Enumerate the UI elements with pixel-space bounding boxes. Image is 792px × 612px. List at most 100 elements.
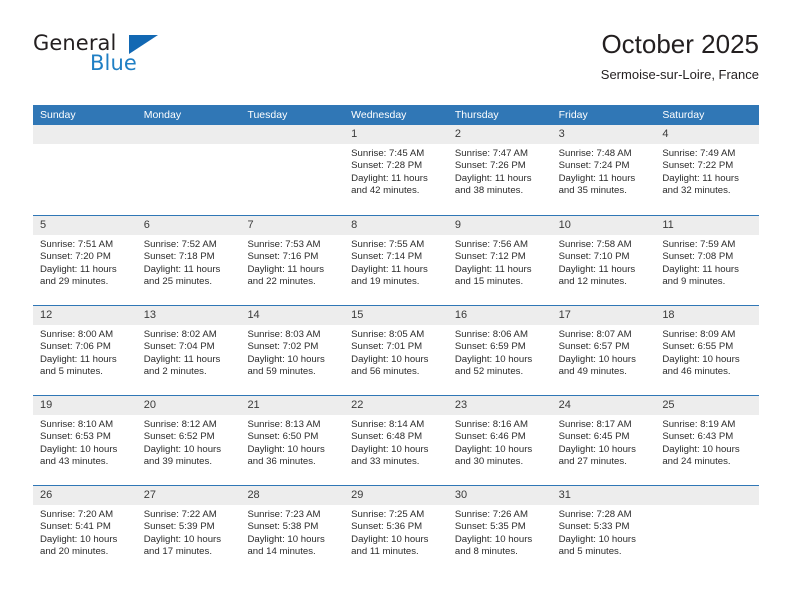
- daylight-text-line2: and 49 minutes.: [558, 366, 627, 378]
- calendar-day-cell[interactable]: 5 Sunrise: 7:51 AM Sunset: 7:20 PM Daylight…: [33, 216, 137, 305]
- daylight-text-line1: Daylight: 10 hours: [558, 353, 636, 365]
- sunset-text: Sunset: 7:01 PM: [351, 341, 423, 353]
- day-number: 16: [454, 309, 468, 321]
- calendar-day-cell[interactable]: 30 Sunrise: 7:26 AM Sunset: 5:35 PM Dayligh…: [447, 486, 552, 575]
- daylight-text-line2: and 46 minutes.: [662, 366, 731, 378]
- sunrise-text: Sunrise: 7:56 AM: [454, 239, 528, 250]
- page-header: General Blue October 2025 Sermoise-sur-L…: [33, 28, 759, 98]
- logo-text-blue: Blue: [90, 51, 137, 75]
- sun-info: Sunrise: 7:49 AM Sunset: 7:22 PM Daylight:…: [655, 144, 759, 198]
- day-number: 12: [40, 309, 53, 321]
- sun-info: Sunrise: 8:10 AM Sunset: 6:53 PM Daylight:…: [33, 415, 137, 469]
- sun-info: Sunrise: 7:59 AM Sunset: 7:08 PM Daylight:…: [655, 235, 759, 289]
- day-number-band: 18: [655, 306, 760, 325]
- calendar-day-cell[interactable]: 12 Sunrise: 8:00 AM Sunset: 7:06 PM Dayligh…: [33, 306, 137, 395]
- sunrise-text: Sunrise: 7:45 AM: [351, 148, 425, 159]
- daylight-text-line1: Daylight: 10 hours: [558, 443, 636, 455]
- day-number-band: 31: [551, 486, 656, 505]
- calendar-day-cell[interactable]: 28 Sunrise: 7:23 AM Sunset: 5:38 PM Dayligh…: [240, 486, 345, 575]
- sunrise-text: Sunrise: 7:59 AM: [662, 239, 736, 250]
- sunrise-text: Sunrise: 7:53 AM: [247, 239, 321, 250]
- calendar-day-cell[interactable]: 25 Sunrise: 8:19 AM Sunset: 6:43 PM Dayligh…: [655, 396, 760, 485]
- day-number-band: 28: [240, 486, 345, 505]
- sun-info: Sunrise: 7:56 AM Sunset: 7:12 PM Daylight:…: [448, 235, 552, 289]
- calendar-day-cell[interactable]: 17 Sunrise: 8:07 AM Sunset: 6:57 PM Dayligh…: [551, 306, 656, 395]
- day-number-band: [33, 125, 137, 144]
- daylight-text-line1: Daylight: 10 hours: [662, 353, 740, 365]
- daylight-text-line2: and 42 minutes.: [351, 185, 420, 197]
- weekday-header-wednesday: Wednesday: [351, 109, 407, 121]
- sunset-text: Sunset: 7:22 PM: [662, 160, 734, 172]
- day-number-band: 27: [136, 486, 241, 505]
- weekday-header-thursday: Thursday: [454, 109, 499, 121]
- calendar-week-row: 26 Sunrise: 7:20 AM Sunset: 5:41 PM Dayligh…: [33, 485, 760, 575]
- calendar-day-cell[interactable]: 6 Sunrise: 7:52 AM Sunset: 7:18 PM Daylight…: [136, 216, 241, 305]
- day-number-band: 24: [551, 396, 656, 415]
- sunrise-text: Sunrise: 8:10 AM: [40, 419, 114, 430]
- calendar-day-cell[interactable]: 31 Sunrise: 7:28 AM Sunset: 5:33 PM Dayligh…: [551, 486, 656, 575]
- calendar-day-cell[interactable]: 23 Sunrise: 8:16 AM Sunset: 6:46 PM Dayligh…: [447, 396, 552, 485]
- calendar-day-cell[interactable]: 3 Sunrise: 7:48 AM Sunset: 7:24 PM Daylight…: [551, 125, 656, 215]
- calendar-day-cell[interactable]: 1 Sunrise: 7:45 AM Sunset: 7:28 PM Daylight…: [344, 125, 448, 215]
- day-number: 14: [247, 309, 260, 321]
- weekday-header-friday: Friday: [558, 109, 588, 121]
- sun-info: Sunrise: 8:14 AM Sunset: 6:48 PM Daylight:…: [344, 415, 448, 469]
- daylight-text-line1: Daylight: 11 hours: [662, 263, 739, 275]
- day-number-band: [136, 125, 241, 144]
- daylight-text-line1: Daylight: 11 hours: [351, 263, 428, 275]
- day-number-band: 21: [240, 396, 345, 415]
- sunset-text: Sunset: 6:59 PM: [454, 341, 526, 353]
- calendar-day-cell[interactable]: 11 Sunrise: 7:59 AM Sunset: 7:08 PM Dayligh…: [655, 216, 760, 305]
- calendar-day-cell[interactable]: 8 Sunrise: 7:55 AM Sunset: 7:14 PM Daylight…: [344, 216, 448, 305]
- day-number-band: 15: [344, 306, 448, 325]
- calendar-day-cell[interactable]: 9 Sunrise: 7:56 AM Sunset: 7:12 PM Daylight…: [447, 216, 552, 305]
- sunrise-text: Sunrise: 7:51 AM: [40, 239, 114, 250]
- calendar-grid: Sunday Monday Tuesday Wednesday Thursday…: [33, 105, 760, 575]
- calendar-day-cell[interactable]: 10 Sunrise: 7:58 AM Sunset: 7:10 PM Dayligh…: [551, 216, 656, 305]
- calendar-day-cell[interactable]: 18 Sunrise: 8:09 AM Sunset: 6:55 PM Dayligh…: [655, 306, 760, 395]
- calendar-day-cell[interactable]: 7 Sunrise: 7:53 AM Sunset: 7:16 PM Daylight…: [240, 216, 345, 305]
- calendar-day-cell[interactable]: 27 Sunrise: 7:22 AM Sunset: 5:39 PM Dayligh…: [136, 486, 241, 575]
- calendar-day-cell[interactable]: 22 Sunrise: 8:14 AM Sunset: 6:48 PM Dayligh…: [344, 396, 448, 485]
- sunset-text: Sunset: 7:20 PM: [40, 251, 111, 263]
- daylight-text-line1: Daylight: 10 hours: [247, 443, 325, 455]
- calendar-day-cell[interactable]: 24 Sunrise: 8:17 AM Sunset: 6:45 PM Dayligh…: [551, 396, 656, 485]
- sun-info: Sunrise: 7:25 AM Sunset: 5:36 PM Daylight:…: [344, 505, 448, 559]
- calendar-day-cell[interactable]: 4 Sunrise: 7:49 AM Sunset: 7:22 PM Daylight…: [655, 125, 760, 215]
- daylight-text-line2: and 8 minutes.: [454, 546, 518, 558]
- day-number-band: 30: [447, 486, 552, 505]
- sun-info: Sunrise: 7:28 AM Sunset: 5:33 PM Daylight:…: [552, 505, 656, 559]
- sunset-text: Sunset: 6:45 PM: [558, 431, 630, 443]
- day-number: 23: [454, 399, 468, 411]
- sunrise-text: Sunrise: 7:58 AM: [558, 239, 632, 250]
- sunset-text: Sunset: 7:18 PM: [143, 251, 215, 263]
- day-number: 8: [351, 219, 358, 231]
- calendar-day-cell[interactable]: 15 Sunrise: 8:05 AM Sunset: 7:01 PM Dayligh…: [344, 306, 448, 395]
- sun-info: Sunrise: 8:16 AM Sunset: 6:46 PM Daylight:…: [448, 415, 552, 469]
- calendar-day-cell[interactable]: 20 Sunrise: 8:12 AM Sunset: 6:52 PM Dayligh…: [136, 396, 241, 485]
- sun-info: Sunrise: 7:26 AM Sunset: 5:35 PM Daylight:…: [448, 505, 552, 559]
- daylight-text-line2: and 30 minutes.: [454, 456, 524, 468]
- day-number-band: 11: [655, 216, 760, 235]
- sunrise-text: Sunrise: 7:49 AM: [662, 148, 736, 159]
- calendar-day-cell[interactable]: 13 Sunrise: 8:02 AM Sunset: 7:04 PM Dayligh…: [136, 306, 241, 395]
- sun-info: Sunrise: 7:55 AM Sunset: 7:14 PM Daylight:…: [344, 235, 448, 289]
- calendar-day-cell[interactable]: 14 Sunrise: 8:03 AM Sunset: 7:02 PM Dayligh…: [240, 306, 345, 395]
- calendar-day-cell[interactable]: 26 Sunrise: 7:20 AM Sunset: 5:41 PM Dayligh…: [33, 486, 137, 575]
- calendar-day-cell[interactable]: 21 Sunrise: 8:13 AM Sunset: 6:50 PM Dayligh…: [240, 396, 345, 485]
- calendar-day-cell[interactable]: 16 Sunrise: 8:06 AM Sunset: 6:59 PM Dayligh…: [447, 306, 552, 395]
- sunset-text: Sunset: 7:24 PM: [558, 160, 630, 172]
- sunset-text: Sunset: 6:52 PM: [143, 431, 215, 443]
- day-number: 20: [143, 399, 156, 411]
- day-number-band: [240, 125, 345, 144]
- calendar-day-cell[interactable]: 2 Sunrise: 7:47 AM Sunset: 7:26 PM Daylight…: [447, 125, 552, 215]
- daylight-text-line1: Daylight: 11 hours: [454, 172, 532, 184]
- weekday-header-monday: Monday: [143, 109, 182, 121]
- sunset-text: Sunset: 5:33 PM: [558, 521, 630, 533]
- calendar-week-row: 19 Sunrise: 8:10 AM Sunset: 6:53 PM Dayligh…: [33, 395, 760, 485]
- calendar-day-cell[interactable]: 29 Sunrise: 7:25 AM Sunset: 5:36 PM Dayligh…: [344, 486, 448, 575]
- calendar-day-cell[interactable]: 19 Sunrise: 8:10 AM Sunset: 6:53 PM Dayligh…: [33, 396, 137, 485]
- daylight-text-line2: and 59 minutes.: [247, 366, 316, 378]
- daylight-text-line2: and 36 minutes.: [247, 456, 316, 468]
- sunset-text: Sunset: 7:10 PM: [558, 251, 630, 263]
